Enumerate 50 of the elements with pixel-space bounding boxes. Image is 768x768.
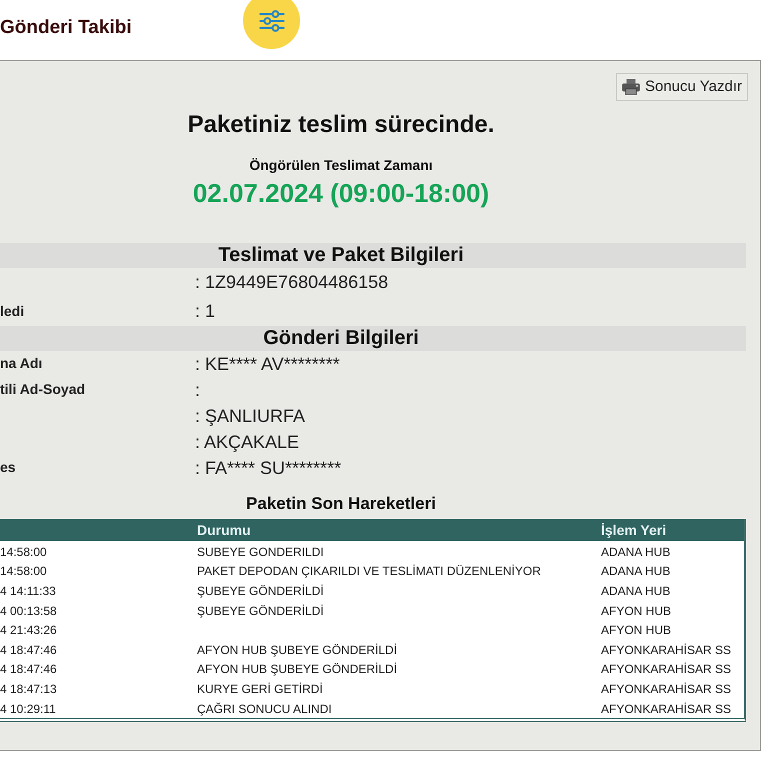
table-cell: ADANA HUB <box>601 584 670 598</box>
table-cell: 4 18:47:46 <box>0 662 57 676</box>
table-cell: 4 10:29:11 <box>0 702 56 716</box>
section-header: Gönderi Bilgileri <box>0 326 746 351</box>
table-cell: AFYON HUB ŞUBEYE GÖNDERİLDİ <box>197 642 398 657</box>
status-heading: Paketiniz teslim sürecinde. <box>186 110 496 140</box>
field-label: ledi <box>0 302 24 318</box>
table-cell: KURYE GERİ GETİRDİ <box>197 682 323 696</box>
table-cell: 4 18:47:13 <box>0 682 57 696</box>
field-value: : 1Z9449E76804486158 <box>195 271 388 294</box>
table-cell: 4 00:13:58 <box>0 604 57 618</box>
table-cell: AFYON HUB ŞUBEYE GÖNDERİLDİ <box>197 662 398 676</box>
estimate-label: Öngörülen Teslimat Zamanı <box>248 156 434 175</box>
sliders-icon <box>258 10 284 32</box>
table-cell: AFYONKARAHİSAR SS <box>601 682 732 696</box>
estimate-date: 02.07.2024 (09:00-18:00) <box>192 177 490 210</box>
table-cell: ADANA HUB <box>601 564 670 578</box>
printer-icon <box>622 79 640 95</box>
table-cell: ADANA HUB <box>601 544 670 559</box>
table-cell: AFYONKARAHİSAR SS <box>601 662 732 676</box>
table-cell: AFYON HUB <box>601 604 672 618</box>
print-button[interactable]: Sonucu Yazdır <box>616 73 748 101</box>
field-value: : FA**** SU******** <box>195 456 342 480</box>
table-cell: ÇAĞRI SONUCU ALINDI <box>197 702 332 716</box>
table-cell: 14:58:00 <box>0 564 47 578</box>
field-label: na Adı <box>0 355 42 371</box>
field-value: : AKÇAKALE <box>195 430 300 454</box>
column-header: İşlem Yeri <box>601 522 666 538</box>
table-cell: SUBEYE GONDERILDI <box>197 544 324 559</box>
page-title: Gönderi Takibi <box>0 17 132 38</box>
table-cell: ŞUBEYE GÖNDERİLDİ <box>197 604 324 618</box>
table-cell: AFYONKARAHİSAR SS <box>601 642 732 657</box>
table-cell: 14:58:00 <box>0 544 47 559</box>
field-value: : <box>195 378 200 402</box>
table-cell: ŞUBEYE GÖNDERİLDİ <box>197 584 324 598</box>
column-header: Durumu <box>197 522 251 538</box>
table-cell: 4 18:47:46 <box>0 642 57 657</box>
table-cell: AFYONKARAHİSAR SS <box>601 702 732 716</box>
movements-heading: Paketin Son Hareketleri <box>246 494 436 513</box>
table-cell: PAKET DEPODAN ÇIKARILDI VE TESLİMATI DÜZENLENİYOR <box>197 564 541 578</box>
field-value: : ŞANLIURFA <box>195 404 306 428</box>
field-value: : 1 <box>195 300 216 323</box>
table-cell: 4 21:43:26 <box>0 623 57 638</box>
table-cell: AFYON HUB <box>601 623 672 638</box>
field-label: tili Ad-Soyad <box>0 381 86 397</box>
table-cell: 4 14:11:33 <box>0 584 56 598</box>
section-header: Teslimat ve Paket Bilgileri <box>0 243 746 268</box>
field-label: es <box>0 459 16 475</box>
field-value: : KE**** AV******** <box>195 352 340 376</box>
filter-button[interactable] <box>243 0 300 49</box>
